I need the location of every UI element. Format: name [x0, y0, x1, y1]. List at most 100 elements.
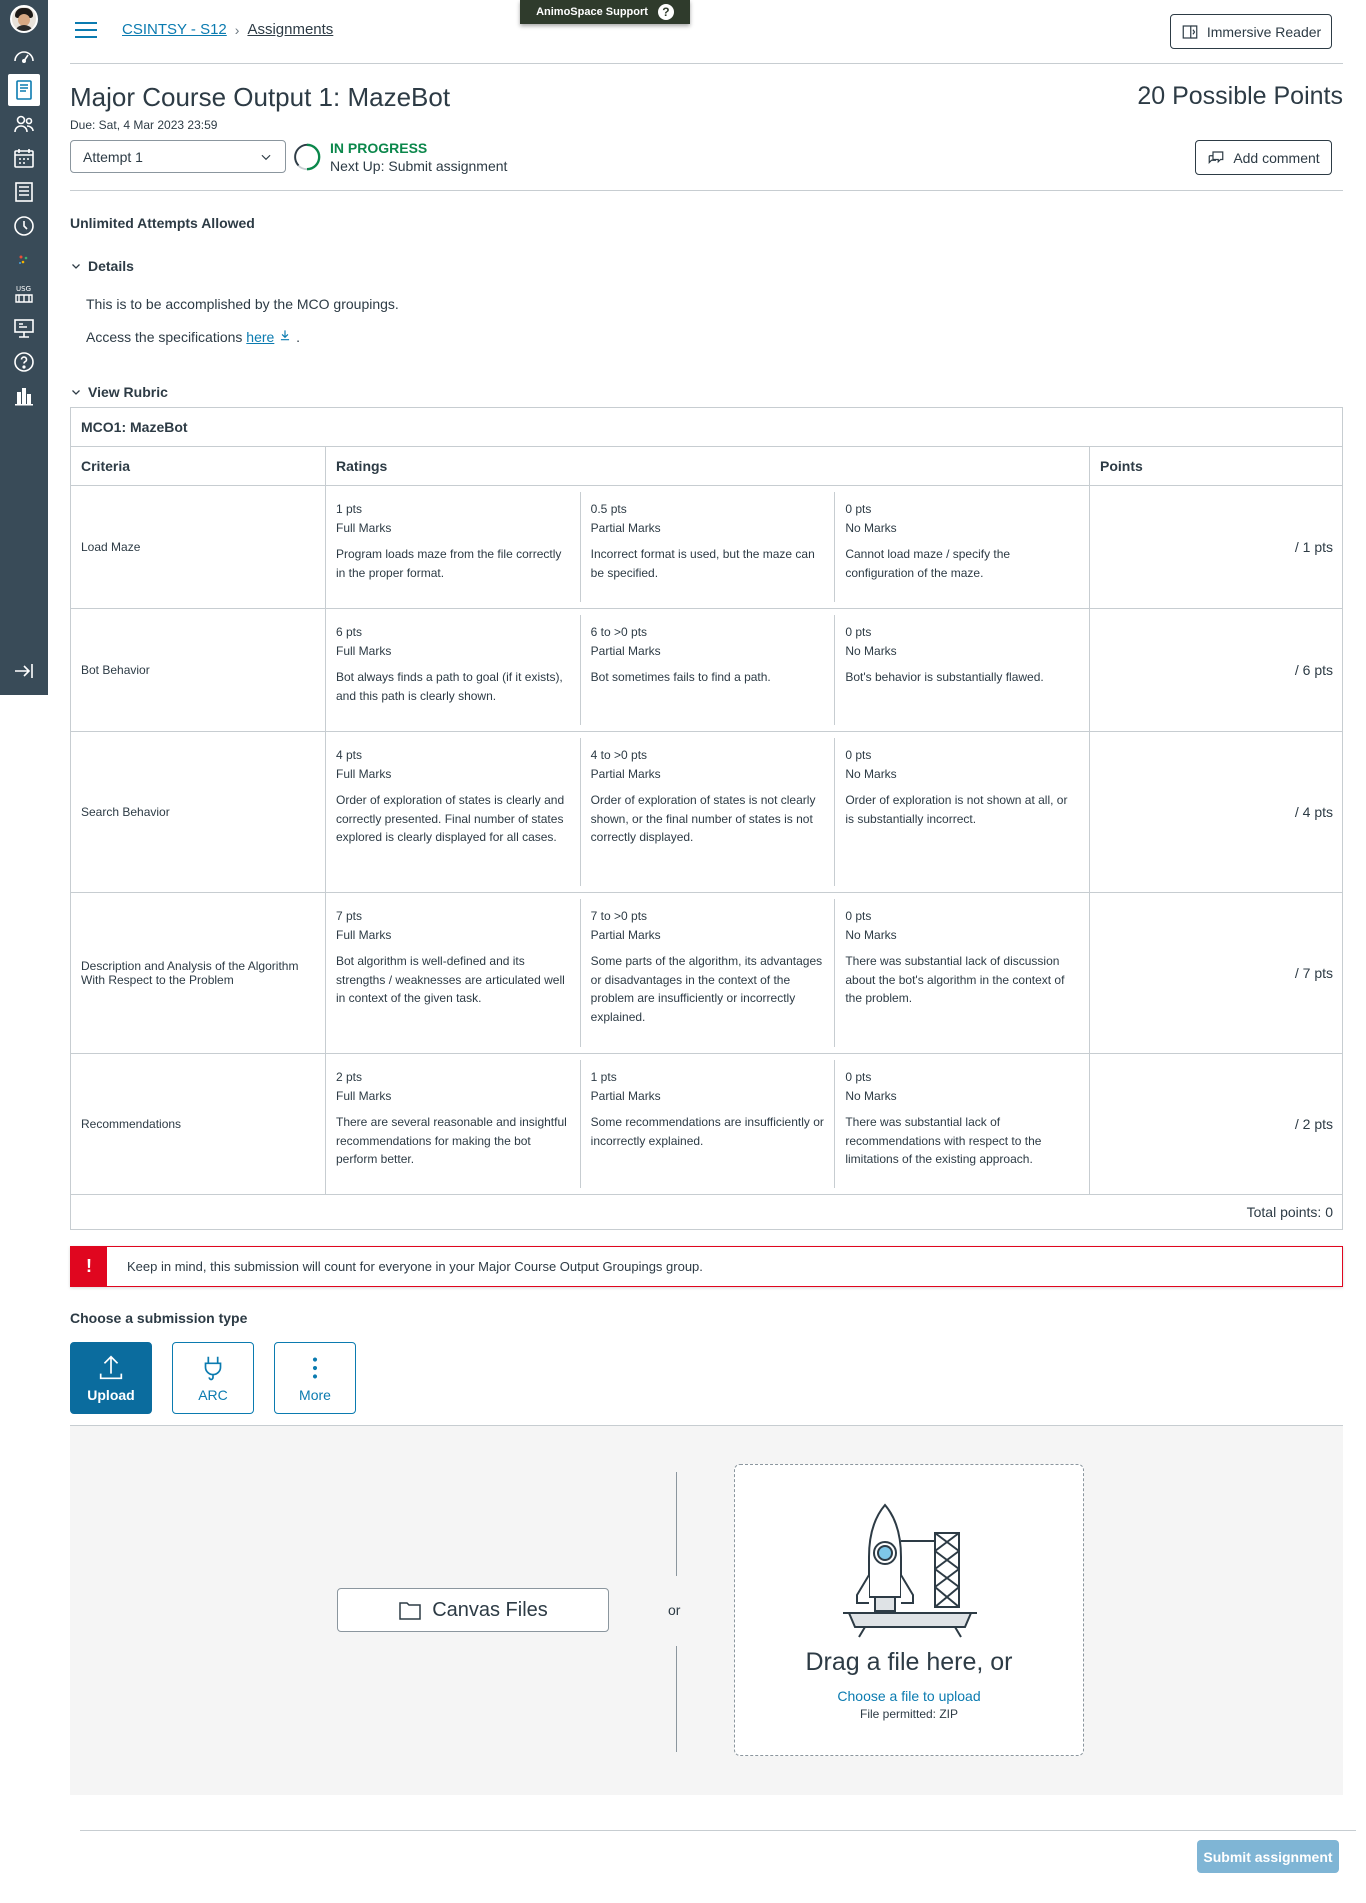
details-toggle-label: Details: [88, 258, 134, 274]
rating-points: 4 pts: [336, 748, 363, 762]
courses-icon[interactable]: [8, 74, 40, 106]
details-toggle[interactable]: Details: [70, 258, 134, 274]
rating-description: Bot sometimes fails to find a path.: [590, 670, 771, 685]
due-date: Due: Sat, 4 Mar 2023 23:59: [70, 118, 218, 132]
immersive-reader-button[interactable]: Immersive Reader: [1170, 14, 1332, 49]
add-comment-button[interactable]: Add comment: [1195, 140, 1332, 175]
rubric-rating-cell: 2 pts Full Marks There are several reasona…: [326, 1060, 580, 1188]
hamburger-menu-icon[interactable]: [75, 22, 97, 43]
view-rubric-toggle[interactable]: View Rubric: [70, 384, 168, 400]
rating-name: Full Marks: [336, 927, 392, 942]
rubric-title: MCO1: MazeBot: [71, 408, 1342, 447]
library-icon[interactable]: [8, 380, 40, 412]
rocket-launch-icon: [843, 1503, 977, 1638]
rating-name: No Marks: [845, 643, 897, 658]
specifications-link[interactable]: here: [246, 329, 274, 345]
file-permitted-text: File permitted: ZIP: [859, 1707, 959, 1721]
dashboard-icon[interactable]: [8, 40, 40, 72]
rating-description: Some parts of the algorithm, its advanta…: [590, 954, 823, 1024]
rubric-row: Bot Behavior 6 pts Full Marks Bot always fi…: [71, 609, 1342, 732]
rubric-rating-cell: 7 to >0 pts Partial Marks Some parts of th…: [579, 899, 835, 1047]
rating-name: Partial Marks: [590, 927, 661, 942]
rubric-row: Load Maze 1 pts Full Marks Program loads ma…: [71, 486, 1342, 609]
support-button[interactable]: AnimoSpace Support ?: [520, 0, 690, 24]
help-icon[interactable]: [8, 346, 40, 378]
rating-description: Bot always finds a path to goal (if it e…: [336, 670, 563, 703]
rating-name: Partial Marks: [590, 520, 661, 535]
more-icon: [312, 1357, 318, 1379]
attempt-value: Attempt 1: [83, 148, 143, 165]
rubric-rating-cell: 7 pts Full Marks Bot algorithm is well-def…: [326, 899, 580, 1047]
collapse-icon[interactable]: [8, 655, 40, 687]
canvas-files-button[interactable]: Canvas Files: [337, 1588, 609, 1632]
rating-name: No Marks: [845, 520, 897, 535]
rating-description: Program loads maze from the file correct…: [336, 547, 562, 580]
possible-points: 20 Possible Points: [1137, 82, 1343, 110]
rubric-points: / 7 pts: [1294, 965, 1333, 981]
divider-line: [676, 1472, 677, 1576]
avatar[interactable]: [10, 5, 38, 33]
group-submission-warning: ! Keep in mind, this submission will cou…: [70, 1246, 1343, 1287]
rubric-rating-cell: 0 pts No Marks Cannot load maze / specify …: [834, 492, 1089, 602]
submission-type-label-arc: ARC: [198, 1387, 228, 1403]
submit-assignment-button[interactable]: Submit assignment: [1197, 1840, 1339, 1873]
app-icon[interactable]: [8, 244, 40, 276]
breadcrumb-course[interactable]: CSINTSY - S12: [122, 21, 227, 38]
submission-type-label: Choose a submission type: [70, 1310, 248, 1326]
rating-points: 1 pts: [590, 1070, 617, 1084]
rating-name: No Marks: [845, 927, 897, 942]
rubric-table: MCO1: MazeBot Criteria Ratings Points Lo…: [70, 407, 1343, 1230]
rating-points: 0 pts: [845, 625, 872, 639]
submission-type-more[interactable]: More: [274, 1342, 356, 1414]
commons-icon[interactable]: [8, 312, 40, 344]
attempts-info: Unlimited Attempts Allowed: [70, 215, 255, 231]
chevron-down-icon: [261, 154, 271, 160]
rubric-ratings: 2 pts Full Marks There are several reasona…: [326, 1054, 1090, 1194]
attempt-select[interactable]: Attempt 1: [70, 140, 286, 173]
submission-type-label-more: More: [299, 1387, 331, 1403]
rubric-criterion: Recommendations: [71, 1054, 326, 1194]
submission-type-upload[interactable]: Upload: [70, 1342, 152, 1414]
rubric-rating-cell: 0 pts No Marks Order of exploration is not…: [834, 738, 1089, 886]
upload-icon: [99, 1355, 123, 1380]
rubric-points: / 6 pts: [1294, 662, 1333, 678]
rating-description: Bot algorithm is well-defined and its st…: [336, 954, 565, 1006]
title-divider: [70, 190, 1343, 191]
rating-description: There are several reasonable and insight…: [336, 1115, 567, 1167]
rubric-ratings: 1 pts Full Marks Program loads maze from t…: [326, 486, 1090, 608]
history-icon[interactable]: [8, 210, 40, 242]
rating-name: Full Marks: [336, 520, 392, 535]
immersive-reader-icon: [1182, 24, 1198, 39]
rating-description: Some recommendations are insufficiently …: [590, 1115, 824, 1148]
usg-icon[interactable]: USG: [8, 278, 40, 310]
rubric-criterion: Search Behavior: [71, 732, 326, 892]
rubric-rows: Load Maze 1 pts Full Marks Program loads ma…: [71, 486, 1342, 1195]
rating-description: Order of exploration of states is clearl…: [336, 793, 565, 845]
calendar-icon[interactable]: [8, 142, 40, 174]
immersive-reader-label: Immersive Reader: [1206, 23, 1322, 40]
rubric-row: Recommendations 2 pts Full Marks There are …: [71, 1054, 1342, 1195]
download-icon[interactable]: [278, 328, 292, 342]
rating-points: 0 pts: [845, 909, 872, 923]
breadcrumb-assignments[interactable]: Assignments: [247, 21, 333, 38]
rating-points: 6 to >0 pts: [590, 625, 648, 639]
or-text: or: [668, 1602, 681, 1618]
rubric-rating-cell: 0 pts No Marks There was substantial lack …: [834, 899, 1089, 1047]
rating-description: Cannot load maze / specify the configura…: [845, 547, 1011, 580]
canvas-files-label: Canvas Files: [432, 1598, 548, 1621]
rating-points: 4 to >0 pts: [590, 748, 648, 762]
view-rubric-label: View Rubric: [88, 384, 168, 400]
file-drop-zone[interactable]: Drag a file here, or Choose a file to up…: [734, 1464, 1084, 1756]
rubric-rating-cell: 0.5 pts Partial Marks Incorrect format is …: [579, 492, 835, 602]
comment-icon: [1208, 150, 1224, 164]
choose-file-link[interactable]: Choose a file to upload: [735, 1688, 1083, 1704]
description-prefix: Access the specifications: [86, 329, 243, 345]
rating-points: 6 pts: [336, 625, 363, 639]
rating-points: 7 to >0 pts: [590, 909, 648, 923]
inbox-icon[interactable]: [8, 176, 40, 208]
rating-points: 2 pts: [336, 1070, 363, 1084]
svg-text:USG: USG: [16, 285, 31, 293]
groups-icon[interactable]: [8, 108, 40, 140]
submission-type-arc[interactable]: ARC: [172, 1342, 254, 1414]
rubric-row: Description and Analysis of the Algorith…: [71, 893, 1342, 1054]
